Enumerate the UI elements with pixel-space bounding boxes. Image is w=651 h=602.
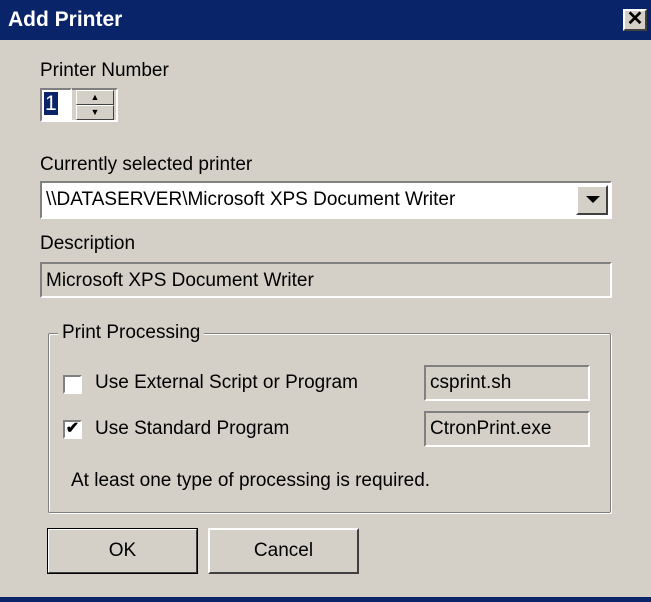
printer-number-label: Printer Number: [40, 60, 169, 81]
selected-printer-dropdown[interactable]: \\DATASERVER\Microsoft XPS Document Writ…: [40, 181, 612, 219]
selected-printer-label: Currently selected printer: [40, 154, 253, 175]
printer-number-stepper[interactable]: ▲ ▼: [72, 88, 118, 122]
external-script-value: csprint.sh: [430, 372, 512, 393]
checkmark-icon: ✔: [65, 420, 80, 437]
dialog-title: Add Printer: [8, 8, 123, 31]
dropdown-arrow-button[interactable]: [576, 185, 608, 215]
processing-requirement-note: At least one type of processing is requi…: [71, 470, 431, 491]
standard-program-label[interactable]: Use Standard Program: [95, 418, 289, 440]
external-script-checkbox[interactable]: [63, 375, 82, 394]
external-script-label[interactable]: Use External Script or Program: [95, 372, 358, 394]
ok-button[interactable]: OK: [47, 528, 198, 574]
standard-program-value: CtronPrint.exe: [430, 418, 552, 439]
window-bottom-border: [0, 597, 651, 602]
printer-number-value: 1: [44, 92, 58, 115]
close-button[interactable]: ✕: [623, 9, 647, 31]
description-label: Description: [40, 233, 136, 254]
standard-program-field[interactable]: CtronPrint.exe: [424, 411, 590, 447]
print-processing-title: Print Processing: [58, 322, 205, 344]
add-printer-dialog: Add Printer ✕ Printer Number 1 ▲ ▼ Curre…: [0, 0, 651, 602]
arrow-down-icon: ▼: [90, 107, 100, 117]
selected-printer-value: \\DATASERVER\Microsoft XPS Document Writ…: [46, 189, 456, 210]
spin-up-button[interactable]: ▲: [76, 90, 114, 105]
external-script-field[interactable]: csprint.sh: [424, 365, 590, 401]
cancel-button-label: Cancel: [253, 540, 314, 561]
printer-number-input[interactable]: 1: [40, 88, 72, 122]
close-icon: ✕: [626, 8, 644, 30]
description-field: Microsoft XPS Document Writer: [40, 262, 612, 298]
standard-program-checkbox[interactable]: ✔: [63, 420, 82, 439]
spin-down-button[interactable]: ▼: [76, 105, 114, 120]
arrow-up-icon: ▲: [90, 92, 100, 102]
cancel-button[interactable]: Cancel: [208, 528, 359, 574]
description-value: Microsoft XPS Document Writer: [46, 270, 314, 291]
ok-button-label: OK: [108, 540, 137, 561]
title-bar[interactable]: Add Printer ✕: [0, 0, 651, 40]
